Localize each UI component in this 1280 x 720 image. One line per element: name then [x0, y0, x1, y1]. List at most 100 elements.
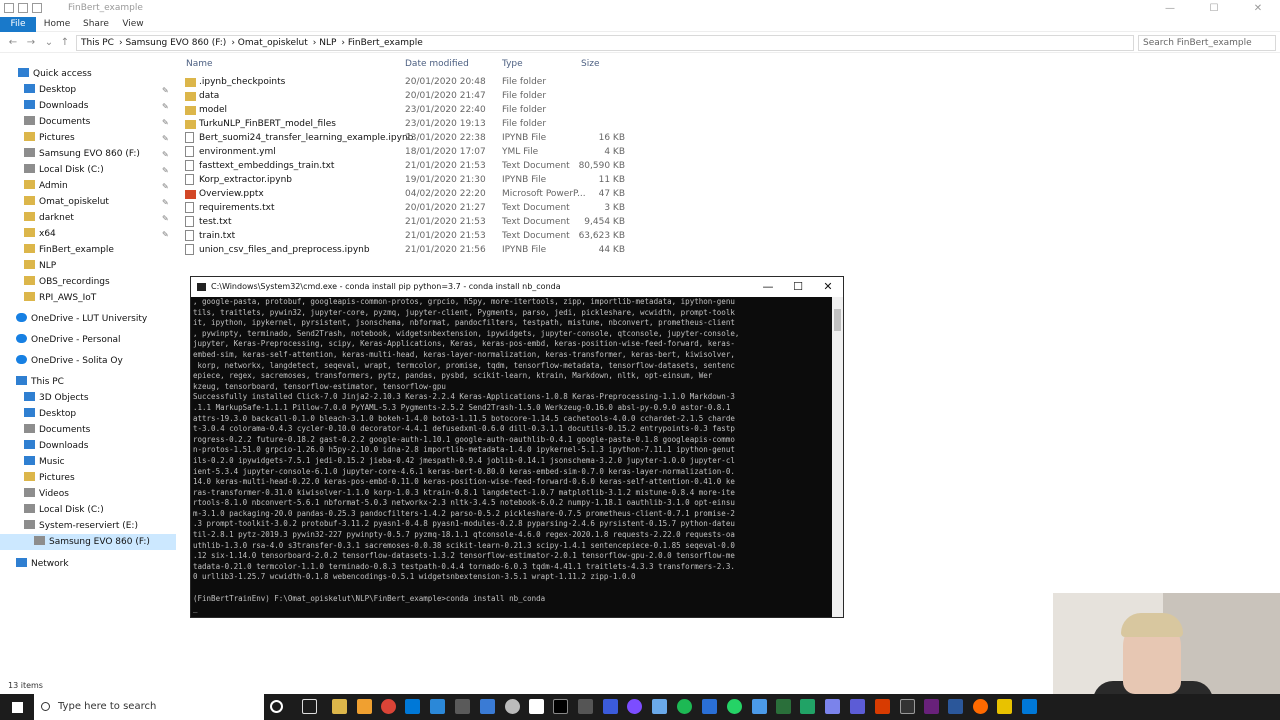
quick-item[interactable]: NLP — [24, 258, 56, 274]
quick-item[interactable]: Local Disk (C:) — [24, 162, 104, 178]
pc-item-selected[interactable]: Samsung EVO 860 (F:) — [0, 534, 176, 550]
app-icon[interactable] — [455, 699, 470, 714]
minimize-button[interactable]: — — [1148, 0, 1192, 17]
quick-item[interactable]: Samsung EVO 860 (F:) — [24, 146, 140, 162]
cmd-scrollbar[interactable] — [832, 297, 843, 617]
start-button[interactable] — [0, 694, 34, 720]
file-row[interactable]: TurkuNLP_FinBERT_model_files 23/01/2020 1… — [185, 117, 645, 131]
app-icon[interactable] — [875, 699, 890, 714]
app-icon[interactable] — [948, 699, 963, 714]
app-icon[interactable] — [1022, 699, 1037, 714]
file-row[interactable]: union_csv_files_and_preprocess.ipynb 21/0… — [185, 243, 645, 257]
file-row[interactable]: train.txt 21/01/2020 21:53 Text Document 63… — [185, 229, 645, 243]
file-row[interactable]: requirements.txt 20/01/2020 21:27 Text Doc… — [185, 201, 645, 215]
column-name[interactable]: Name — [186, 57, 213, 71]
pc-item[interactable]: System-reserviert (E:) — [24, 518, 138, 534]
app-icon[interactable] — [752, 699, 767, 714]
cmd-titlebar[interactable]: C:\Windows\System32\cmd.exe - conda inst… — [191, 277, 843, 297]
quick-item[interactable]: Admin — [24, 178, 68, 194]
pc-item[interactable]: Downloads — [24, 438, 88, 454]
app-icon[interactable] — [430, 699, 445, 714]
app-icon[interactable] — [702, 699, 717, 714]
pc-item[interactable]: Desktop — [24, 406, 76, 422]
maximize-button[interactable]: ☐ — [1192, 0, 1236, 17]
mail-icon[interactable] — [529, 699, 544, 714]
scroll-thumb[interactable] — [834, 309, 841, 331]
column-date[interactable]: Date modified — [405, 57, 469, 71]
whatsapp-icon[interactable] — [727, 699, 742, 714]
file-row[interactable]: data 20/01/2020 21:47 File folder — [185, 89, 645, 103]
file-row[interactable]: fasttext_embeddings_train.txt 21/01/2020 … — [185, 159, 645, 173]
onedrive-item[interactable]: OneDrive - Personal — [16, 332, 121, 348]
address-breadcrumb[interactable]: This PC › Samsung EVO 860 (F:) › Omat_opis… — [76, 35, 1134, 51]
breadcrumb-omat[interactable]: Omat_opiskelut — [238, 38, 308, 48]
app-icon[interactable] — [997, 699, 1012, 714]
app-icon[interactable] — [973, 699, 988, 714]
teams-icon[interactable] — [825, 699, 840, 714]
onedrive-item[interactable]: OneDrive - LUT University — [16, 311, 147, 327]
pin-icon[interactable]: ✎ — [162, 198, 169, 207]
file-row[interactable]: Korp_extractor.ipynb 19/01/2020 21:30 IPYN… — [185, 173, 645, 187]
back-icon[interactable]: ← — [6, 36, 20, 50]
app-icon[interactable] — [603, 699, 618, 714]
file-row[interactable]: model 23/01/2020 22:40 File folder — [185, 103, 645, 117]
app-icon[interactable] — [776, 699, 791, 714]
network-item[interactable]: Network — [16, 556, 69, 572]
visual-studio-icon[interactable] — [924, 699, 939, 714]
pc-item[interactable]: Music — [24, 454, 65, 470]
taskbar-search[interactable]: Type here to search — [34, 694, 264, 720]
chrome-icon[interactable] — [381, 699, 396, 714]
spotify-icon[interactable] — [677, 699, 692, 714]
pin-icon[interactable]: ✎ — [162, 214, 169, 223]
app-icon[interactable] — [627, 699, 642, 714]
pc-item[interactable]: Documents — [24, 422, 90, 438]
quick-item[interactable]: Downloads — [24, 98, 88, 114]
quick-item[interactable]: darknet — [24, 210, 74, 226]
app-icon[interactable] — [357, 699, 372, 714]
search-input[interactable]: Search FinBert_example — [1138, 35, 1276, 51]
app-icon[interactable] — [578, 699, 593, 714]
quick-access-item[interactable]: Quick access — [18, 66, 92, 82]
store-icon[interactable] — [405, 699, 420, 714]
close-button[interactable]: ✕ — [1236, 0, 1280, 17]
pin-icon[interactable]: ✎ — [162, 86, 169, 95]
cortana-icon[interactable] — [270, 700, 283, 713]
quick-item[interactable]: Pictures — [24, 130, 75, 146]
app-icon[interactable] — [900, 699, 915, 714]
quick-item[interactable]: Omat_opiskelut — [24, 194, 109, 210]
recent-locations-icon[interactable]: ⌄ — [42, 36, 56, 50]
app-icon[interactable] — [850, 699, 865, 714]
quick-item[interactable]: Documents — [24, 114, 90, 130]
file-row[interactable]: environment.yml 18/01/2020 17:07 YML File 4… — [185, 145, 645, 159]
cmd-taskbar-icon[interactable] — [553, 699, 568, 714]
new-folder-icon[interactable] — [32, 3, 42, 13]
tab-home[interactable]: Home — [40, 17, 74, 32]
task-view-icon[interactable] — [302, 699, 317, 714]
pc-item[interactable]: Videos — [24, 486, 69, 502]
breadcrumb-this-pc[interactable]: This PC — [81, 38, 114, 48]
file-explorer-icon[interactable] — [332, 699, 347, 714]
cmd-maximize-button[interactable]: ☐ — [783, 277, 813, 297]
pin-icon[interactable]: ✎ — [162, 230, 169, 239]
file-row[interactable]: Bert_suomi24_transfer_learning_example.i… — [185, 131, 645, 145]
app-icon[interactable] — [480, 699, 495, 714]
pc-item[interactable]: Pictures — [24, 470, 75, 486]
properties-icon[interactable] — [18, 3, 28, 13]
tab-view[interactable]: View — [116, 17, 150, 32]
pin-icon[interactable]: ✎ — [162, 134, 169, 143]
excel-icon[interactable] — [800, 699, 815, 714]
quick-item[interactable]: x64 — [24, 226, 56, 242]
file-row[interactable]: test.txt 21/01/2020 21:53 Text Document 9,4… — [185, 215, 645, 229]
pin-icon[interactable]: ✎ — [162, 118, 169, 127]
file-row[interactable]: .ipynb_checkpoints 20/01/2020 20:48 File f… — [185, 75, 645, 89]
column-size[interactable]: Size — [581, 57, 599, 71]
pin-icon[interactable]: ✎ — [162, 150, 169, 159]
forward-icon[interactable]: → — [24, 36, 38, 50]
breadcrumb-nlp[interactable]: NLP — [319, 38, 336, 48]
cmd-close-button[interactable]: ✕ — [813, 277, 843, 297]
pin-icon[interactable]: ✎ — [162, 166, 169, 175]
pin-icon[interactable]: ✎ — [162, 182, 169, 191]
breadcrumb-drive[interactable]: Samsung EVO 860 (F:) — [125, 38, 226, 48]
app-icon[interactable] — [652, 699, 667, 714]
quick-item[interactable]: FinBert_example — [24, 242, 114, 258]
